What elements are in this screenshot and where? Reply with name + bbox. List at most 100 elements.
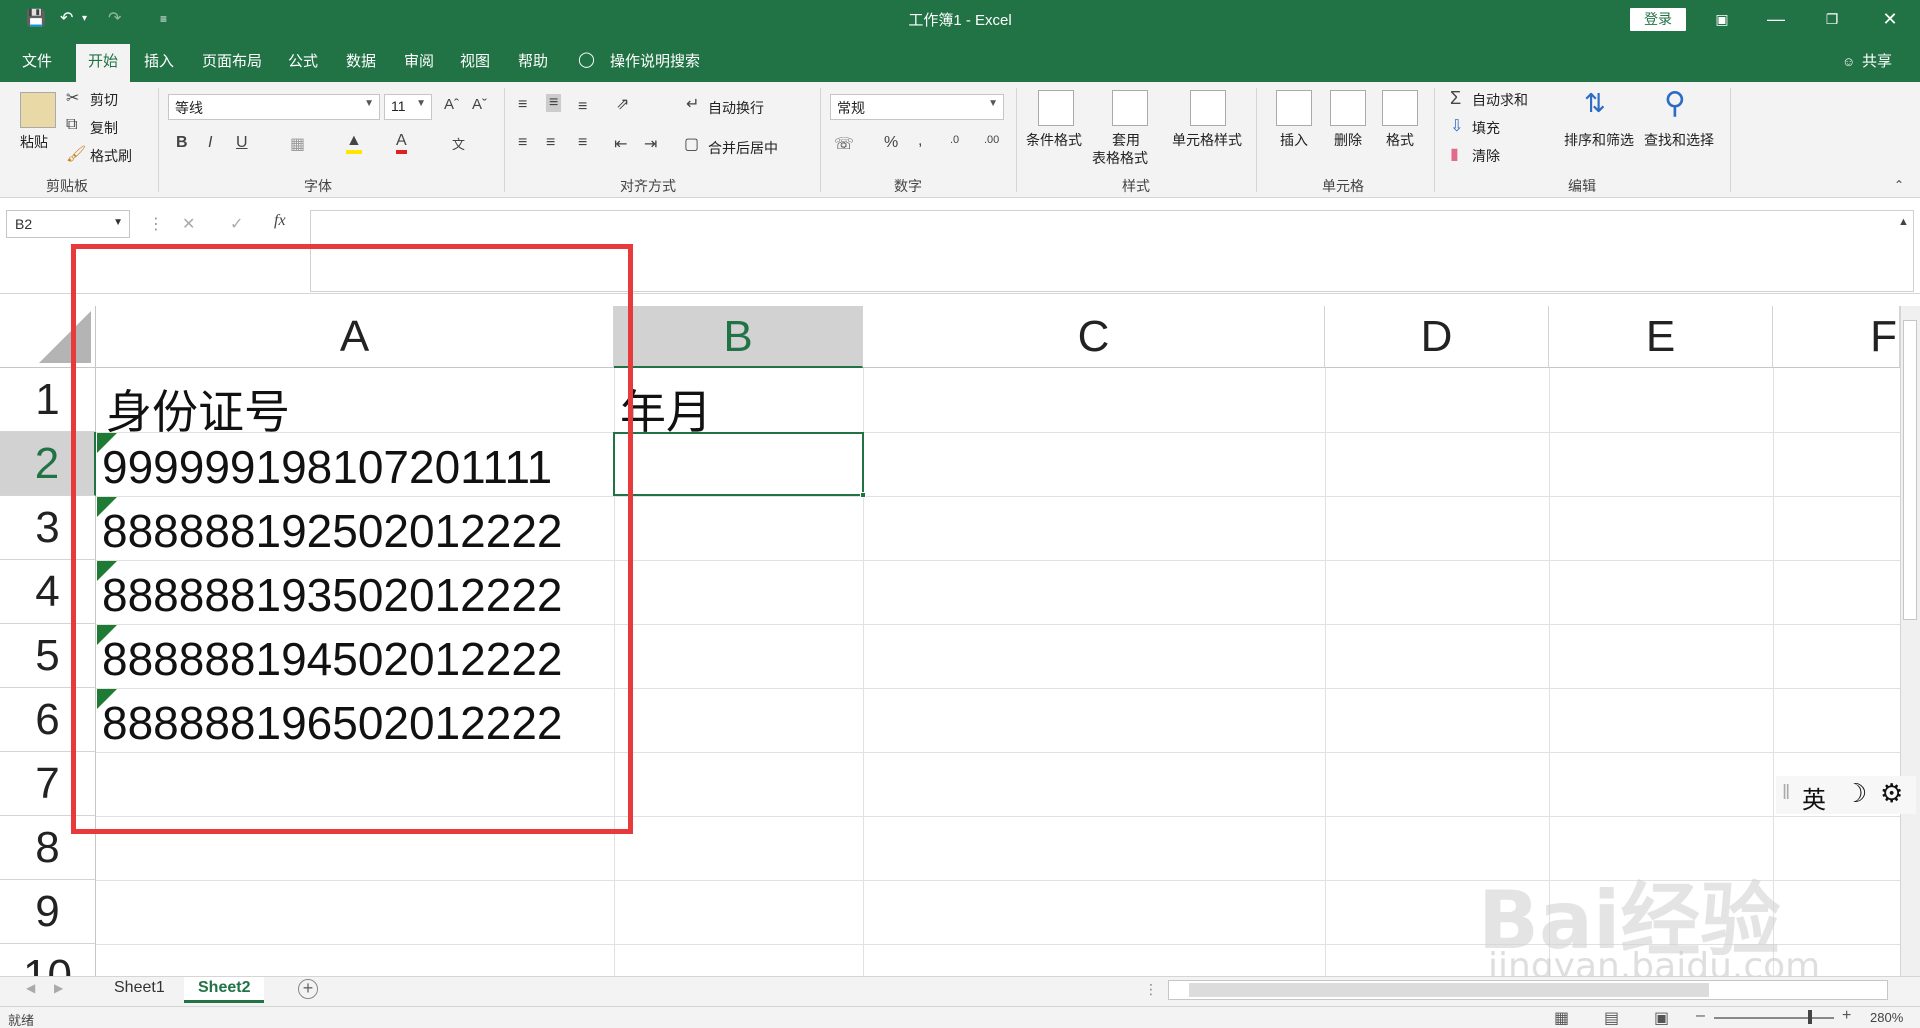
gear-icon[interactable]: ⚙: [1880, 778, 1903, 809]
fill-button[interactable]: 填充: [1472, 118, 1500, 138]
name-box[interactable]: B2 ▼: [6, 210, 130, 238]
insert-cells-button[interactable]: 插入: [1280, 130, 1308, 150]
bold-icon[interactable]: B: [176, 134, 188, 152]
cell-styles-icon[interactable]: [1190, 90, 1226, 126]
prev-sheet-icon[interactable]: ◀: [26, 981, 35, 995]
phonetic-icon[interactable]: 文: [452, 134, 465, 153]
splitter-icon[interactable]: ⋮: [1144, 981, 1158, 998]
clear-button[interactable]: 清除: [1472, 146, 1500, 166]
number-format-select[interactable]: 常规 ▼: [830, 94, 1004, 120]
share-button[interactable]: 共享: [1862, 50, 1892, 71]
format-table-label2[interactable]: 表格格式: [1092, 148, 1148, 168]
comma-icon[interactable]: ,: [918, 132, 922, 150]
wrap-text-button[interactable]: 自动换行: [708, 98, 764, 118]
tab-view[interactable]: 视图: [460, 50, 490, 71]
decrease-font-icon[interactable]: Aˇ: [472, 96, 487, 113]
format-cells-icon[interactable]: [1382, 90, 1418, 126]
column-header-c[interactable]: C: [863, 306, 1325, 368]
column-header-e[interactable]: E: [1549, 306, 1773, 368]
format-cells-button[interactable]: 格式: [1386, 130, 1414, 150]
tab-page-layout[interactable]: 页面布局: [202, 50, 262, 71]
decrease-indent-icon[interactable]: ⇤: [614, 134, 627, 154]
horizontal-scrollbar[interactable]: [1168, 980, 1888, 1000]
underline-icon[interactable]: U: [236, 134, 248, 152]
font-size-select[interactable]: 11 ▼: [384, 94, 432, 120]
align-center-icon[interactable]: ≡: [546, 134, 555, 152]
increase-indent-icon[interactable]: ⇥: [644, 134, 657, 154]
tab-data[interactable]: 数据: [346, 50, 376, 71]
insert-function-icon[interactable]: fx: [274, 212, 286, 230]
align-left-icon[interactable]: ≡: [518, 134, 527, 152]
format-table-icon[interactable]: [1112, 90, 1148, 126]
column-header-d[interactable]: D: [1325, 306, 1549, 368]
tab-home[interactable]: 开始: [76, 44, 131, 82]
tab-formulas[interactable]: 公式: [288, 50, 318, 71]
insert-cells-icon[interactable]: [1276, 90, 1312, 126]
restore-button[interactable]: ❐: [1812, 4, 1852, 34]
row-header-9[interactable]: 9: [0, 880, 96, 944]
tell-me-search[interactable]: 操作说明搜索: [610, 50, 700, 71]
zoom-level[interactable]: 280%: [1870, 1010, 1903, 1025]
paste-button[interactable]: 粘贴: [20, 132, 48, 152]
expand-formula-icon[interactable]: ▲: [1898, 216, 1909, 228]
border-icon[interactable]: ▦: [290, 134, 305, 154]
align-right-icon[interactable]: ≡: [578, 134, 587, 152]
close-button[interactable]: ✕: [1870, 4, 1910, 34]
zoom-out-button[interactable]: –: [1696, 1007, 1705, 1025]
delete-cells-button[interactable]: 删除: [1334, 130, 1362, 150]
enter-icon[interactable]: ✓: [230, 214, 243, 234]
active-cell-b2[interactable]: [613, 432, 866, 498]
sort-filter-button[interactable]: 排序和筛选: [1564, 130, 1634, 150]
row-header-10[interactable]: 10: [0, 944, 96, 976]
align-middle-icon[interactable]: ≡: [546, 94, 562, 112]
align-top-icon[interactable]: ≡: [518, 96, 527, 114]
ime-language-toggle[interactable]: 英: [1802, 780, 1826, 815]
format-painter-button[interactable]: 格式刷: [90, 146, 132, 166]
minimize-button[interactable]: —: [1756, 4, 1796, 34]
conditional-format-button[interactable]: 条件格式: [1026, 130, 1082, 150]
font-color-icon[interactable]: A: [396, 132, 407, 154]
next-sheet-icon[interactable]: ▶: [54, 981, 63, 995]
login-button[interactable]: 登录: [1630, 8, 1686, 31]
cancel-icon[interactable]: ✕: [182, 214, 195, 234]
collapse-ribbon-icon[interactable]: ⌃: [1894, 178, 1904, 192]
increase-decimal-icon[interactable]: .0: [950, 134, 959, 146]
cell-styles-button[interactable]: 单元格样式: [1172, 130, 1242, 150]
fill-handle[interactable]: [860, 492, 866, 498]
fill-color-icon[interactable]: ▲: [346, 132, 362, 154]
conditional-format-icon[interactable]: [1038, 90, 1074, 126]
add-sheet-button[interactable]: +: [298, 979, 318, 999]
find-select-button[interactable]: 查找和选择: [1644, 130, 1714, 150]
copy-button[interactable]: 复制: [90, 118, 118, 138]
page-layout-view-icon[interactable]: ▤: [1604, 1008, 1619, 1028]
drag-handle-icon[interactable]: ‖: [1782, 782, 1790, 805]
paste-icon[interactable]: [20, 92, 56, 128]
normal-view-icon[interactable]: ▦: [1554, 1008, 1569, 1028]
zoom-slider-thumb[interactable]: [1808, 1010, 1812, 1024]
ribbon-display-icon[interactable]: ▣: [1702, 4, 1742, 34]
cut-button[interactable]: 剪切: [90, 90, 118, 110]
zoom-in-button[interactable]: +: [1842, 1007, 1851, 1025]
column-header-f[interactable]: F: [1773, 306, 1900, 368]
tab-file[interactable]: 文件: [22, 50, 52, 71]
increase-font-icon[interactable]: Aˆ: [444, 96, 459, 113]
font-name-select[interactable]: 等线 ▼: [168, 94, 380, 120]
sheet-tab-sheet2[interactable]: Sheet2: [184, 977, 265, 1003]
merge-center-button[interactable]: 合并后居中: [708, 138, 778, 158]
italic-icon[interactable]: I: [208, 134, 212, 152]
delete-cells-icon[interactable]: [1330, 90, 1366, 126]
currency-icon[interactable]: ☏: [834, 134, 854, 154]
horizontal-scroll-thumb[interactable]: [1189, 983, 1709, 997]
tab-review[interactable]: 审阅: [404, 50, 434, 71]
column-header-b[interactable]: B: [614, 306, 863, 368]
decrease-decimal-icon[interactable]: .00: [984, 134, 999, 146]
format-table-label1[interactable]: 套用: [1112, 130, 1140, 150]
autosum-button[interactable]: 自动求和: [1472, 90, 1528, 110]
vertical-scroll-thumb[interactable]: [1903, 320, 1917, 620]
percent-icon[interactable]: %: [884, 134, 898, 152]
tab-insert[interactable]: 插入: [144, 50, 174, 71]
search-icon[interactable]: ⚲: [1664, 86, 1686, 121]
page-break-view-icon[interactable]: ▣: [1654, 1008, 1669, 1028]
moon-icon[interactable]: ☽: [1844, 778, 1867, 809]
sort-filter-icon[interactable]: ⇅: [1584, 88, 1606, 119]
